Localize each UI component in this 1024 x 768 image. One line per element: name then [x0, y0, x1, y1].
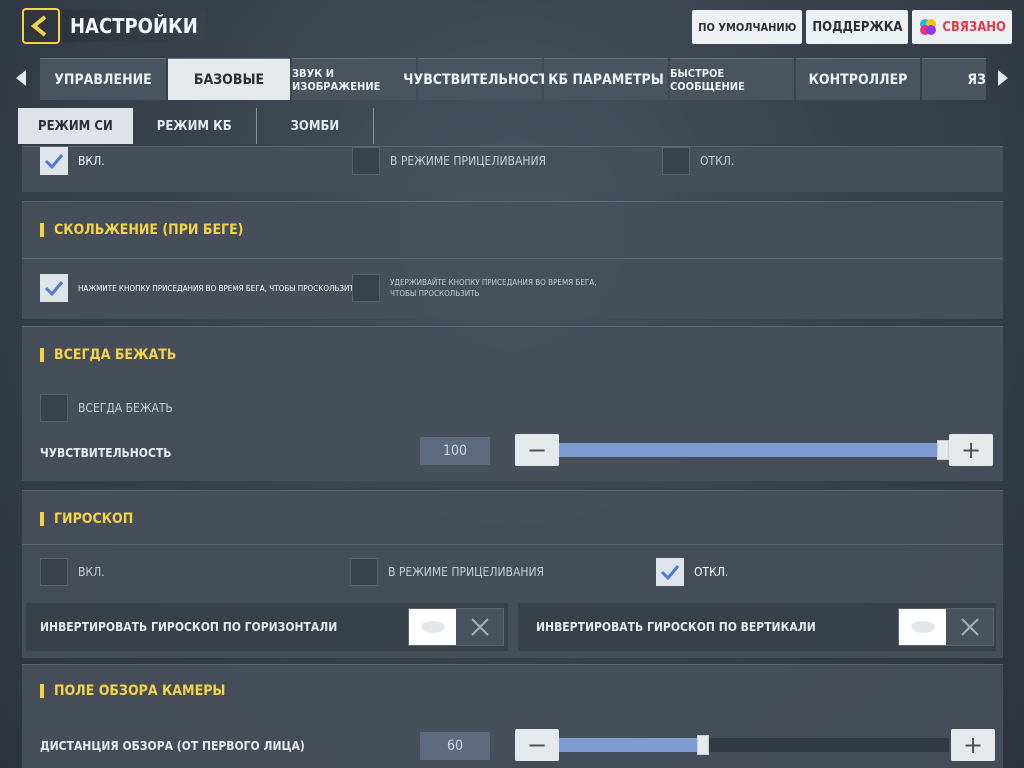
toggle-knob-icon — [420, 621, 445, 633]
gyro-divider — [22, 544, 1003, 545]
close-icon — [470, 618, 489, 636]
tab-controller[interactable]: КОНТРОЛЛЕР — [796, 58, 920, 100]
always-run-panel: ВСЕГДА БЕЖАТЬ ВСЕГДА БЕЖАТЬ ЧУВСТВИТЕЛЬН… — [22, 326, 1003, 481]
sensitivity-slider[interactable] — [559, 440, 949, 460]
default-button[interactable]: ПО УМОЛЧАНИЮ — [692, 10, 803, 44]
aim-ads-checkbox[interactable] — [352, 147, 380, 175]
top-bar: НАСТРОЙКИ ПО УМОЛЧАНИЮ ПОДДЕРЖКА СВЯЗАНО — [0, 0, 1024, 56]
slide-tap-checkbox[interactable] — [40, 274, 68, 302]
invert-horizontal-row: ИНВЕРТИРОВАТЬ ГИРОСКОП ПО ГОРИЗОНТАЛИ — [26, 603, 508, 651]
always-run-section-title: ВСЕГДА БЕЖАТЬ — [40, 347, 176, 363]
close-icon — [960, 618, 979, 636]
plus-icon: + — [962, 731, 984, 759]
gyro-on-option[interactable]: ВКЛ. — [40, 558, 105, 586]
plus-icon: + — [960, 436, 982, 464]
gyro-ads-option[interactable]: В РЕЖИМЕ ПРИЦЕЛИВАНИЯ — [350, 558, 544, 586]
sensitivity-value[interactable]: 100 — [420, 437, 490, 465]
check-icon — [44, 154, 64, 169]
slide-section-title: СКОЛЬЖЕНИЕ (ПРИ БЕГЕ) — [40, 222, 243, 238]
invert-vertical-label: ИНВЕРТИРОВАТЬ ГИРОСКОП ПО ВЕРТИКАЛИ — [536, 620, 816, 634]
subtab-zombies[interactable]: ЗОМБИ — [257, 108, 375, 144]
check-icon — [660, 565, 680, 580]
sensitivity-decrease-button[interactable]: − — [515, 434, 559, 466]
aim-off-option[interactable]: ОТКЛ. — [662, 147, 734, 175]
fov-decrease-button[interactable]: − — [515, 729, 559, 761]
slide-divider — [22, 258, 1003, 259]
slide-hold-checkbox[interactable] — [352, 274, 380, 302]
slide-tap-option[interactable]: НАЖМИТЕ КНОПКУ ПРИСЕДАНИЯ ВО ВРЕМЯ БЕГА,… — [40, 274, 360, 302]
toggle-knob-icon — [910, 621, 935, 633]
slide-hold-option[interactable]: УДЕРЖИВАЙТЕ КНОПКУ ПРИСЕДАНИЯ ВО ВРЕМЯ Б… — [352, 274, 622, 302]
gyro-on-checkbox[interactable] — [40, 558, 68, 586]
slide-tap-label: НАЖМИТЕ КНОПКУ ПРИСЕДАНИЯ ВО ВРЕМЯ БЕГА,… — [78, 283, 359, 293]
check-icon — [44, 281, 64, 296]
aim-on-checkbox[interactable] — [40, 147, 68, 175]
linked-account-icon — [920, 19, 937, 35]
fov-slider-fill — [559, 738, 703, 752]
tab-audio-graphics[interactable]: ЗВУК И ИЗОБРАЖЕНИЕ — [292, 58, 416, 100]
aim-assist-panel: ВКЛ. В РЕЖИМЕ ПРИЦЕЛИВАНИЯ ОТКЛ. — [22, 146, 1003, 192]
back-button[interactable] — [22, 8, 60, 44]
aim-ads-option[interactable]: В РЕЖИМЕ ПРИЦЕЛИВАНИЯ — [352, 147, 546, 175]
top-actions: ПО УМОЛЧАНИЮ ПОДДЕРЖКА СВЯЗАНО — [692, 10, 1012, 44]
tab-bar: УПРАВЛЕНИЕ БАЗОВЫЕ ЗВУК И ИЗОБРАЖЕНИЕ ЧУ… — [0, 58, 1024, 100]
invert-horizontal-label: ИНВЕРТИРОВАТЬ ГИРОСКОП ПО ГОРИЗОНТАЛИ — [40, 620, 338, 634]
sensitivity-label: ЧУВСТВИТЕЛЬНОСТЬ — [40, 446, 172, 460]
gyro-off-option[interactable]: ОТКЛ. — [656, 558, 728, 586]
sensitivity-slider-fill — [559, 443, 949, 457]
aim-off-checkbox[interactable] — [662, 147, 690, 175]
tab-scroll-right-icon[interactable] — [994, 68, 1012, 88]
gyro-ads-label: В РЕЖИМЕ ПРИЦЕЛИВАНИЯ — [388, 565, 545, 579]
mode-subtabs: РЕЖИМ СИ РЕЖИМ КБ ЗОМБИ — [18, 108, 375, 144]
tabs: УПРАВЛЕНИЕ БАЗОВЫЕ ЗВУК И ИЗОБРАЖЕНИЕ ЧУ… — [40, 58, 986, 100]
invert-vertical-toggle[interactable] — [898, 608, 994, 646]
always-run-option[interactable]: ВСЕГДА БЕЖАТЬ — [40, 394, 173, 422]
tab-quick-message[interactable]: БЫСТРОЕ СООБЩЕНИЕ — [670, 58, 794, 100]
aim-ads-label: В РЕЖИМЕ ПРИЦЕЛИВАНИЯ — [390, 154, 547, 168]
always-run-checkbox[interactable] — [40, 394, 68, 422]
fov-slider[interactable] — [559, 735, 949, 755]
invert-horizontal-toggle[interactable] — [408, 608, 504, 646]
tab-language[interactable]: ЯЗ — [922, 58, 986, 100]
back-arrow-icon — [30, 15, 47, 37]
fov-section-title: ПОЛЕ ОБЗОРА КАМЕРЫ — [40, 683, 225, 699]
fov-increase-button[interactable]: + — [951, 729, 995, 761]
gyro-panel: ГИРОСКОП ВКЛ. В РЕЖИМЕ ПРИЦЕЛИВАНИЯ ОТКЛ… — [22, 490, 1003, 658]
linked-button[interactable]: СВЯЗАНО — [912, 10, 1012, 44]
gyro-ads-checkbox[interactable] — [350, 558, 378, 586]
fov-panel: ПОЛЕ ОБЗОРА КАМЕРЫ ДИСТАНЦИЯ ОБЗОРА (ОТ … — [22, 664, 1003, 768]
linked-label: СВЯЗАНО — [942, 19, 1006, 35]
gyro-off-checkbox[interactable] — [656, 558, 684, 586]
fov-value[interactable]: 60 — [420, 732, 490, 760]
slide-hold-label: УДЕРЖИВАЙТЕ КНОПКУ ПРИСЕДАНИЯ ВО ВРЕМЯ Б… — [390, 278, 597, 298]
sensitivity-increase-button[interactable]: + — [949, 434, 993, 466]
fov-distance-label: ДИСТАНЦИЯ ОБЗОРА (ОТ ПЕРВОГО ЛИЦА) — [40, 739, 305, 753]
minus-icon: − — [526, 731, 548, 759]
gyro-section-title: ГИРОСКОП — [40, 511, 133, 527]
gyro-off-label: ОТКЛ. — [694, 565, 729, 579]
page-title: НАСТРОЙКИ — [62, 10, 206, 42]
tab-basic[interactable]: БАЗОВЫЕ — [168, 58, 290, 100]
tab-sensitivity[interactable]: ЧУВСТВИТЕЛЬНОСТЬ — [403, 58, 557, 100]
subtab-br-mode[interactable]: РЕЖИМ КБ — [133, 108, 257, 144]
tab-kb-settings[interactable]: КБ ПАРАМЕТРЫ — [544, 58, 668, 100]
sensitivity-slider-thumb[interactable] — [937, 440, 949, 460]
tab-controls[interactable]: УПРАВЛЕНИЕ — [40, 58, 166, 100]
slide-panel: СКОЛЬЖЕНИЕ (ПРИ БЕГЕ) НАЖМИТЕ КНОПКУ ПРИ… — [22, 201, 1003, 319]
gyro-on-label: ВКЛ. — [78, 565, 105, 579]
aim-on-option[interactable]: ВКЛ. — [40, 147, 105, 175]
minus-icon: − — [526, 436, 548, 464]
support-button[interactable]: ПОДДЕРЖКА — [806, 10, 909, 44]
tab-scroll-left-icon[interactable] — [12, 68, 30, 88]
always-run-label: ВСЕГДА БЕЖАТЬ — [78, 401, 173, 415]
invert-vertical-row: ИНВЕРТИРОВАТЬ ГИРОСКОП ПО ВЕРТИКАЛИ — [518, 603, 996, 651]
aim-off-label: ОТКЛ. — [700, 154, 735, 168]
subtab-mp-mode[interactable]: РЕЖИМ СИ — [18, 108, 133, 144]
fov-slider-thumb[interactable] — [697, 735, 709, 755]
aim-on-label: ВКЛ. — [78, 154, 105, 168]
